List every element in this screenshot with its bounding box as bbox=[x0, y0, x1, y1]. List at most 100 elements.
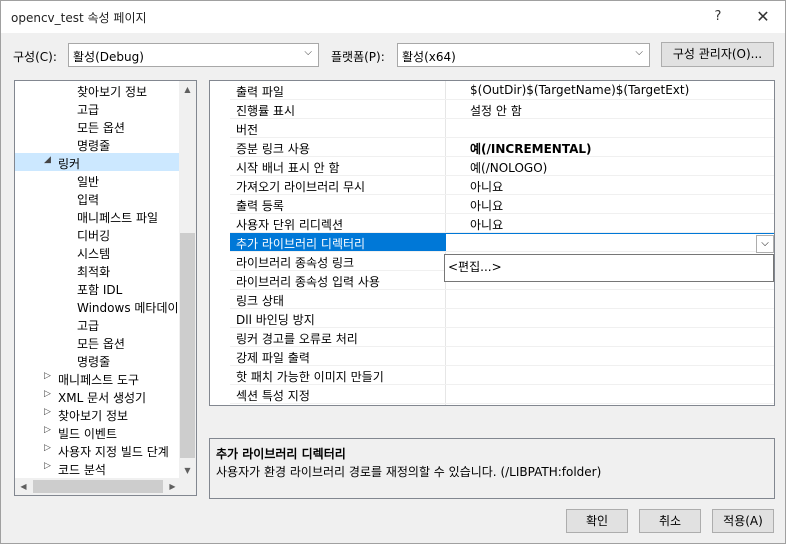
scroll-left-icon[interactable]: ◀ bbox=[15, 478, 32, 495]
property-name: 출력 등록 bbox=[236, 199, 284, 213]
tree-item-label: 일반 bbox=[77, 175, 100, 189]
tree-item-label: Windows 메타데이터 bbox=[77, 301, 181, 315]
config-select[interactable]: 활성(Debug) ⌵ bbox=[68, 43, 319, 67]
property-name: 라이브러리 종속성 입력 사용 bbox=[236, 275, 380, 289]
tree-item[interactable]: 디버깅 bbox=[15, 225, 181, 243]
tree-item-label: 매니페스트 도구 bbox=[58, 373, 140, 387]
scroll-thumb[interactable] bbox=[33, 480, 163, 493]
tree-item[interactable]: 포함 IDL bbox=[15, 279, 181, 297]
tree-item[interactable]: ◢ 링커 bbox=[15, 153, 181, 171]
tree-item[interactable]: 모든 옵션 bbox=[15, 117, 181, 135]
grid-gutter bbox=[210, 81, 230, 405]
config-manager-button[interactable]: 구성 관리자(O)... bbox=[661, 42, 774, 67]
tree-item-label: 최적화 bbox=[77, 265, 111, 279]
property-row[interactable]: 출력 파일 $(OutDir)$(TargetName)$(TargetExt) bbox=[230, 81, 774, 100]
expand-icon[interactable]: ▷ bbox=[44, 371, 51, 381]
tree-vertical-scrollbar[interactable]: ▲ ▼ bbox=[179, 81, 196, 479]
tree-item[interactable]: Windows 메타데이터 bbox=[15, 297, 181, 315]
property-row[interactable]: 시작 배너 표시 안 함 예(/NOLOGO) bbox=[230, 157, 774, 176]
property-name: 사용자 단위 리디렉션 bbox=[236, 218, 343, 232]
property-row[interactable]: 섹션 특성 지정 bbox=[230, 385, 774, 404]
property-row[interactable]: 추가 라이브러리 디렉터리 bbox=[230, 233, 774, 252]
property-row[interactable]: 출력 등록 아니요 bbox=[230, 195, 774, 214]
title-bar: opencv_test 속성 페이지 ? ✕ bbox=[1, 1, 785, 33]
property-value: $(OutDir)$(TargetName)$(TargetExt) bbox=[470, 83, 690, 97]
tree-item[interactable]: 모든 옵션 bbox=[15, 333, 181, 351]
property-name: 라이브러리 종속성 링크 bbox=[236, 256, 355, 270]
tree-item[interactable]: ▷ XML 문서 생성기 bbox=[15, 387, 181, 405]
property-name: 핫 패치 가능한 이미지 만들기 bbox=[236, 370, 384, 384]
property-row[interactable]: Dll 바인딩 방지 bbox=[230, 309, 774, 328]
tree-item[interactable]: ▷ 매니페스트 도구 bbox=[15, 369, 181, 387]
property-grid[interactable]: 출력 파일 $(OutDir)$(TargetName)$(TargetExt) 진… bbox=[209, 80, 775, 406]
tree-horizontal-scrollbar[interactable]: ◀ ▶ bbox=[15, 478, 181, 495]
property-name: 추가 라이브러리 디렉터리 bbox=[236, 237, 366, 251]
property-value: 예(/INCREMENTAL) bbox=[470, 142, 592, 156]
property-row[interactable]: 링커 경고를 오류로 처리 bbox=[230, 328, 774, 347]
tree-item[interactable]: 고급 bbox=[15, 99, 181, 117]
tree-item-label: 모든 옵션 bbox=[77, 121, 125, 135]
property-name: 링커 경고를 오류로 처리 bbox=[236, 332, 358, 346]
scroll-thumb[interactable] bbox=[180, 233, 195, 458]
tree-item[interactable]: 시스템 bbox=[15, 243, 181, 261]
help-icon[interactable]: ? bbox=[701, 5, 735, 29]
chevron-down-icon: ⌵ bbox=[304, 47, 312, 58]
property-row[interactable]: 버전 bbox=[230, 119, 774, 138]
tree-item-label: XML 문서 생성기 bbox=[58, 391, 147, 405]
tree-item[interactable]: 명령줄 bbox=[15, 135, 181, 153]
tree-item[interactable]: 찾아보기 정보 bbox=[15, 81, 181, 99]
cancel-button[interactable]: 취소 bbox=[639, 509, 701, 533]
config-value: 활성(Debug) bbox=[73, 50, 144, 64]
property-value: 아니요 bbox=[470, 199, 504, 213]
scroll-down-icon[interactable]: ▼ bbox=[179, 462, 196, 479]
row-divider bbox=[230, 403, 774, 404]
edit-option[interactable]: <편집...> bbox=[448, 258, 502, 275]
tree-item[interactable]: ▷ 사용자 지정 빌드 단계 bbox=[15, 441, 181, 459]
dropdown-popup[interactable]: <편집...> bbox=[444, 254, 774, 282]
expand-icon[interactable]: ▷ bbox=[44, 443, 51, 453]
tree-item[interactable]: ▷ 코드 분석 bbox=[15, 459, 181, 477]
tree-item[interactable]: 입력 bbox=[15, 189, 181, 207]
tree-item-label: 명령줄 bbox=[77, 139, 111, 153]
property-name: Dll 바인딩 방지 bbox=[236, 313, 315, 327]
property-row[interactable]: 강제 파일 출력 bbox=[230, 347, 774, 366]
property-value: 아니요 bbox=[470, 218, 504, 232]
property-row[interactable]: 사용자 단위 리디렉션 아니요 bbox=[230, 214, 774, 233]
apply-button[interactable]: 적용(A) bbox=[712, 509, 774, 533]
description-title: 추가 라이브러리 디렉터리 bbox=[216, 447, 346, 461]
tree-item[interactable]: ▷ 찾아보기 정보 bbox=[15, 405, 181, 423]
property-name: 링크 상태 bbox=[236, 294, 284, 308]
tree-item[interactable]: ▷ 빌드 이벤트 bbox=[15, 423, 181, 441]
window-title: opencv_test 속성 페이지 bbox=[11, 11, 147, 25]
tree-item-label: 코드 분석 bbox=[58, 463, 106, 477]
tree-item[interactable]: 일반 bbox=[15, 171, 181, 189]
expand-icon[interactable]: ▷ bbox=[44, 461, 51, 471]
tree-item-label: 빌드 이벤트 bbox=[58, 427, 118, 441]
description-text: 사용자가 환경 라이브러리 경로를 재정의할 수 있습니다. (/LIBPATH… bbox=[216, 465, 602, 479]
property-row[interactable]: 가져오기 라이브러리 무시 아니요 bbox=[230, 176, 774, 195]
collapse-icon[interactable]: ◢ bbox=[44, 155, 51, 165]
property-row[interactable]: 핫 패치 가능한 이미지 만들기 bbox=[230, 366, 774, 385]
category-tree[interactable]: 찾아보기 정보 고급 모든 옵션 명령줄 ◢ 링커 일반 입력 매니페스트 파일 디버깅 시스템 최적… bbox=[14, 80, 197, 496]
close-icon[interactable]: ✕ bbox=[746, 5, 780, 29]
expand-icon[interactable]: ▷ bbox=[44, 425, 51, 435]
expand-icon[interactable]: ▷ bbox=[44, 407, 51, 417]
tree-item[interactable]: 명령줄 bbox=[15, 351, 181, 369]
scroll-up-icon[interactable]: ▲ bbox=[179, 81, 196, 98]
tree-item-label: 고급 bbox=[77, 319, 100, 333]
property-value: 예(/NOLOGO) bbox=[470, 161, 548, 175]
tree-item[interactable]: 최적화 bbox=[15, 261, 181, 279]
platform-value: 활성(x64) bbox=[402, 50, 456, 64]
property-row[interactable]: 링크 상태 bbox=[230, 290, 774, 309]
expand-icon[interactable]: ▷ bbox=[44, 389, 51, 399]
chevron-down-icon[interactable]: ⌵ bbox=[756, 235, 774, 253]
platform-select[interactable]: 활성(x64) ⌵ bbox=[397, 43, 650, 67]
property-row[interactable]: 진행률 표시 설정 안 함 bbox=[230, 100, 774, 119]
value-editor[interactable] bbox=[445, 233, 774, 252]
property-row[interactable]: 증분 링크 사용 예(/INCREMENTAL) bbox=[230, 138, 774, 157]
tree-item-label: 매니페스트 파일 bbox=[77, 211, 159, 225]
tree-item[interactable]: 고급 bbox=[15, 315, 181, 333]
property-value: 설정 안 함 bbox=[470, 104, 522, 118]
tree-item[interactable]: 매니페스트 파일 bbox=[15, 207, 181, 225]
ok-button[interactable]: 확인 bbox=[566, 509, 628, 533]
